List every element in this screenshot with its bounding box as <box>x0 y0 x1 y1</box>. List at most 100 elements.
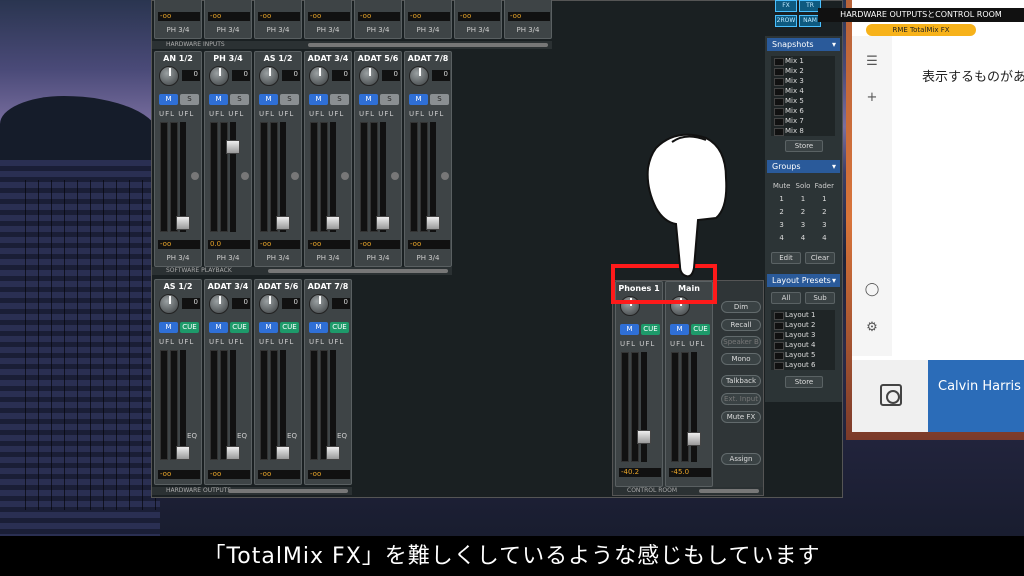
mute-button[interactable]: M <box>309 94 328 105</box>
snapshots-header[interactable]: Snapshots <box>767 38 840 51</box>
settings-icon[interactable] <box>241 172 249 180</box>
snapshot-item[interactable]: Mix 3 <box>771 76 835 86</box>
fader-cap[interactable] <box>426 216 440 230</box>
layout-presets-header[interactable]: Layout Presets <box>767 274 840 287</box>
gain-knob[interactable] <box>209 66 229 86</box>
phones-fader-cap[interactable] <box>637 430 651 444</box>
control-room-scrollbar[interactable] <box>699 489 759 493</box>
speaker-b-button[interactable]: Speaker B <box>721 336 761 348</box>
fader-cap[interactable] <box>176 216 190 230</box>
snapshot-item[interactable]: Mix 4 <box>771 86 835 96</box>
mute-button[interactable]: M <box>309 322 328 333</box>
group-cell[interactable]: 3 <box>814 219 835 232</box>
fader-cap[interactable] <box>276 446 290 460</box>
mute-button[interactable]: M <box>620 324 639 335</box>
cue-button[interactable]: CUE <box>180 322 199 333</box>
gain-knob[interactable] <box>259 66 279 86</box>
mute-fx-button[interactable]: Mute FX <box>721 411 761 423</box>
gain-knob[interactable] <box>259 294 279 314</box>
group-cell[interactable]: 1 <box>814 193 835 206</box>
gain-knob[interactable] <box>309 66 329 86</box>
mute-button[interactable]: M <box>259 322 278 333</box>
group-cell[interactable]: 1 <box>792 193 813 206</box>
snapshot-item[interactable]: Mix 1 <box>771 56 835 66</box>
layout-item[interactable]: Layout 6 <box>771 360 835 370</box>
layout-item[interactable]: Layout 5 <box>771 350 835 360</box>
snapshot-item[interactable]: Mix 6 <box>771 106 835 116</box>
eq-button[interactable]: EQ <box>319 432 365 440</box>
groups-clear-button[interactable]: Clear <box>805 252 835 264</box>
layout-item[interactable]: Layout 4 <box>771 340 835 350</box>
group-cell[interactable]: 4 <box>792 232 813 245</box>
user-icon[interactable]: ◯ <box>862 282 882 297</box>
gain-knob[interactable] <box>159 294 179 314</box>
gain-knob[interactable] <box>359 66 379 86</box>
groups-edit-button[interactable]: Edit <box>771 252 801 264</box>
fader-track[interactable] <box>330 350 336 460</box>
hardware-outputs-scrollbar[interactable] <box>228 489 348 493</box>
gain-knob[interactable] <box>209 294 229 314</box>
layout-item[interactable]: Layout 3 <box>771 330 835 340</box>
group-cell[interactable]: 2 <box>792 206 813 219</box>
layouts-all-button[interactable]: All <box>771 292 801 304</box>
solo-button[interactable]: S <box>180 94 199 105</box>
group-cell[interactable]: 4 <box>771 232 792 245</box>
solo-button[interactable]: S <box>280 94 299 105</box>
mute-button[interactable]: M <box>159 94 178 105</box>
group-cell[interactable]: 3 <box>792 219 813 232</box>
solo-button[interactable]: S <box>380 94 399 105</box>
layout-item[interactable]: Layout 2 <box>771 320 835 330</box>
settings-icon[interactable] <box>191 172 199 180</box>
layout-item[interactable]: Layout 1 <box>771 310 835 320</box>
mute-button[interactable]: M <box>670 324 689 335</box>
fader-cap[interactable] <box>226 446 240 460</box>
fader-cap[interactable] <box>176 446 190 460</box>
cue-button[interactable]: CUE <box>330 322 349 333</box>
snapshot-item[interactable]: Mix 8 <box>771 126 835 136</box>
group-cell[interactable]: 1 <box>771 193 792 206</box>
dim-button[interactable]: Dim <box>721 301 761 313</box>
settings-icon[interactable] <box>391 172 399 180</box>
gain-knob[interactable] <box>159 66 179 86</box>
cue-button[interactable]: CUE <box>691 324 710 335</box>
group-cell[interactable]: 2 <box>771 206 792 219</box>
fader-track[interactable] <box>180 350 186 460</box>
phones-fader-track[interactable] <box>641 352 647 462</box>
settings-icon[interactable] <box>291 172 299 180</box>
fader-track[interactable] <box>230 122 236 232</box>
snapshot-item[interactable]: Mix 2 <box>771 66 835 76</box>
cue-button[interactable]: CUE <box>641 324 660 335</box>
snapshot-store-button[interactable]: Store <box>785 140 823 152</box>
fader-cap[interactable] <box>326 216 340 230</box>
fader-track[interactable] <box>280 350 286 460</box>
fader-cap[interactable] <box>376 216 390 230</box>
software-playback-scrollbar[interactable] <box>268 269 448 273</box>
fader-track[interactable] <box>230 350 236 460</box>
layouts-sub-button[interactable]: Sub <box>805 292 835 304</box>
cue-button[interactable]: CUE <box>230 322 249 333</box>
add-icon[interactable]: + <box>862 90 882 105</box>
mono-button[interactable]: Mono <box>721 353 761 365</box>
cue-button[interactable]: CUE <box>280 322 299 333</box>
solo-button[interactable]: S <box>430 94 449 105</box>
settings-icon[interactable] <box>441 172 449 180</box>
solo-button[interactable]: S <box>230 94 249 105</box>
2row-button[interactable]: 2ROW <box>775 15 797 27</box>
mute-button[interactable]: M <box>209 94 228 105</box>
gain-knob[interactable] <box>309 294 329 314</box>
groups-header[interactable]: Groups <box>767 160 840 173</box>
ext-input-button[interactable]: Ext. Input <box>721 393 761 405</box>
group-cell[interactable]: 2 <box>814 206 835 219</box>
settings-icon[interactable] <box>341 172 349 180</box>
mute-button[interactable]: M <box>209 322 228 333</box>
assign-button[interactable]: Assign <box>721 453 761 465</box>
layout-store-button[interactable]: Store <box>785 376 823 388</box>
fx-button[interactable]: FX <box>775 0 797 12</box>
album-art-icon[interactable] <box>880 384 902 406</box>
hardware-inputs-scrollbar[interactable] <box>308 43 548 47</box>
talkback-button[interactable]: Talkback <box>721 375 761 387</box>
recall-button[interactable]: Recall <box>721 319 761 331</box>
mute-button[interactable]: M <box>159 322 178 333</box>
fader-cap[interactable] <box>326 446 340 460</box>
settings-icon[interactable]: ⚙ <box>862 320 882 335</box>
